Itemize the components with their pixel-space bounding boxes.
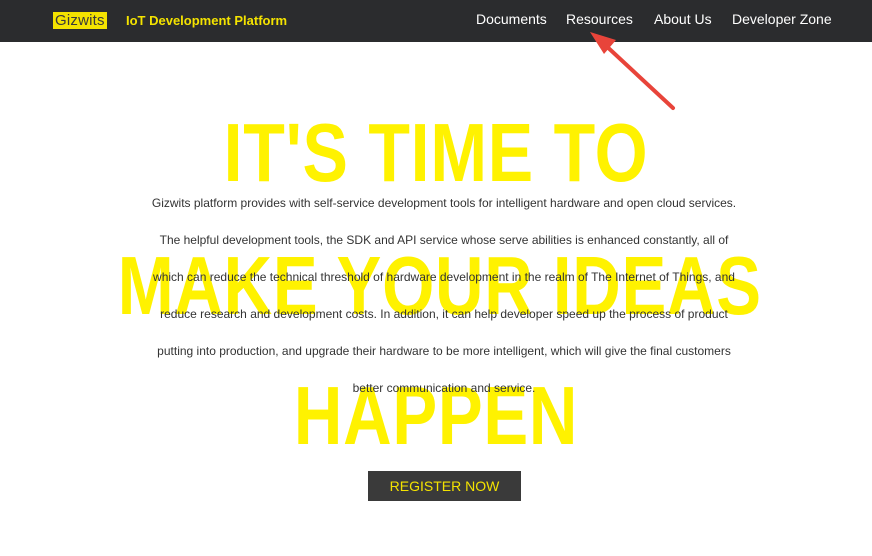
- description-line: reduce research and development costs. I…: [160, 307, 728, 321]
- nav-developer-zone[interactable]: Developer Zone: [732, 11, 832, 28]
- top-navbar: Gizwits IoT Development Platform Documen…: [0, 0, 872, 42]
- description-line: which can reduce the technical threshold…: [153, 270, 735, 284]
- description-line: The helpful development tools, the SDK a…: [159, 233, 729, 247]
- description-line: better communication and service.: [352, 381, 536, 395]
- platform-name: IoT Development Platform: [126, 13, 288, 28]
- description-line: putting into production, and upgrade the…: [157, 344, 731, 358]
- description-line: Gizwits platform provides with self-serv…: [151, 196, 737, 210]
- hero-headline-line-1: IT'S TIME TO: [223, 107, 649, 199]
- gizwits-logo[interactable]: Gizwits: [53, 12, 107, 29]
- nav-resources[interactable]: Resources: [566, 11, 633, 28]
- register-now-button[interactable]: REGISTER NOW: [368, 471, 521, 501]
- nav-about-us[interactable]: About Us: [654, 11, 712, 28]
- nav-documents[interactable]: Documents: [476, 11, 547, 28]
